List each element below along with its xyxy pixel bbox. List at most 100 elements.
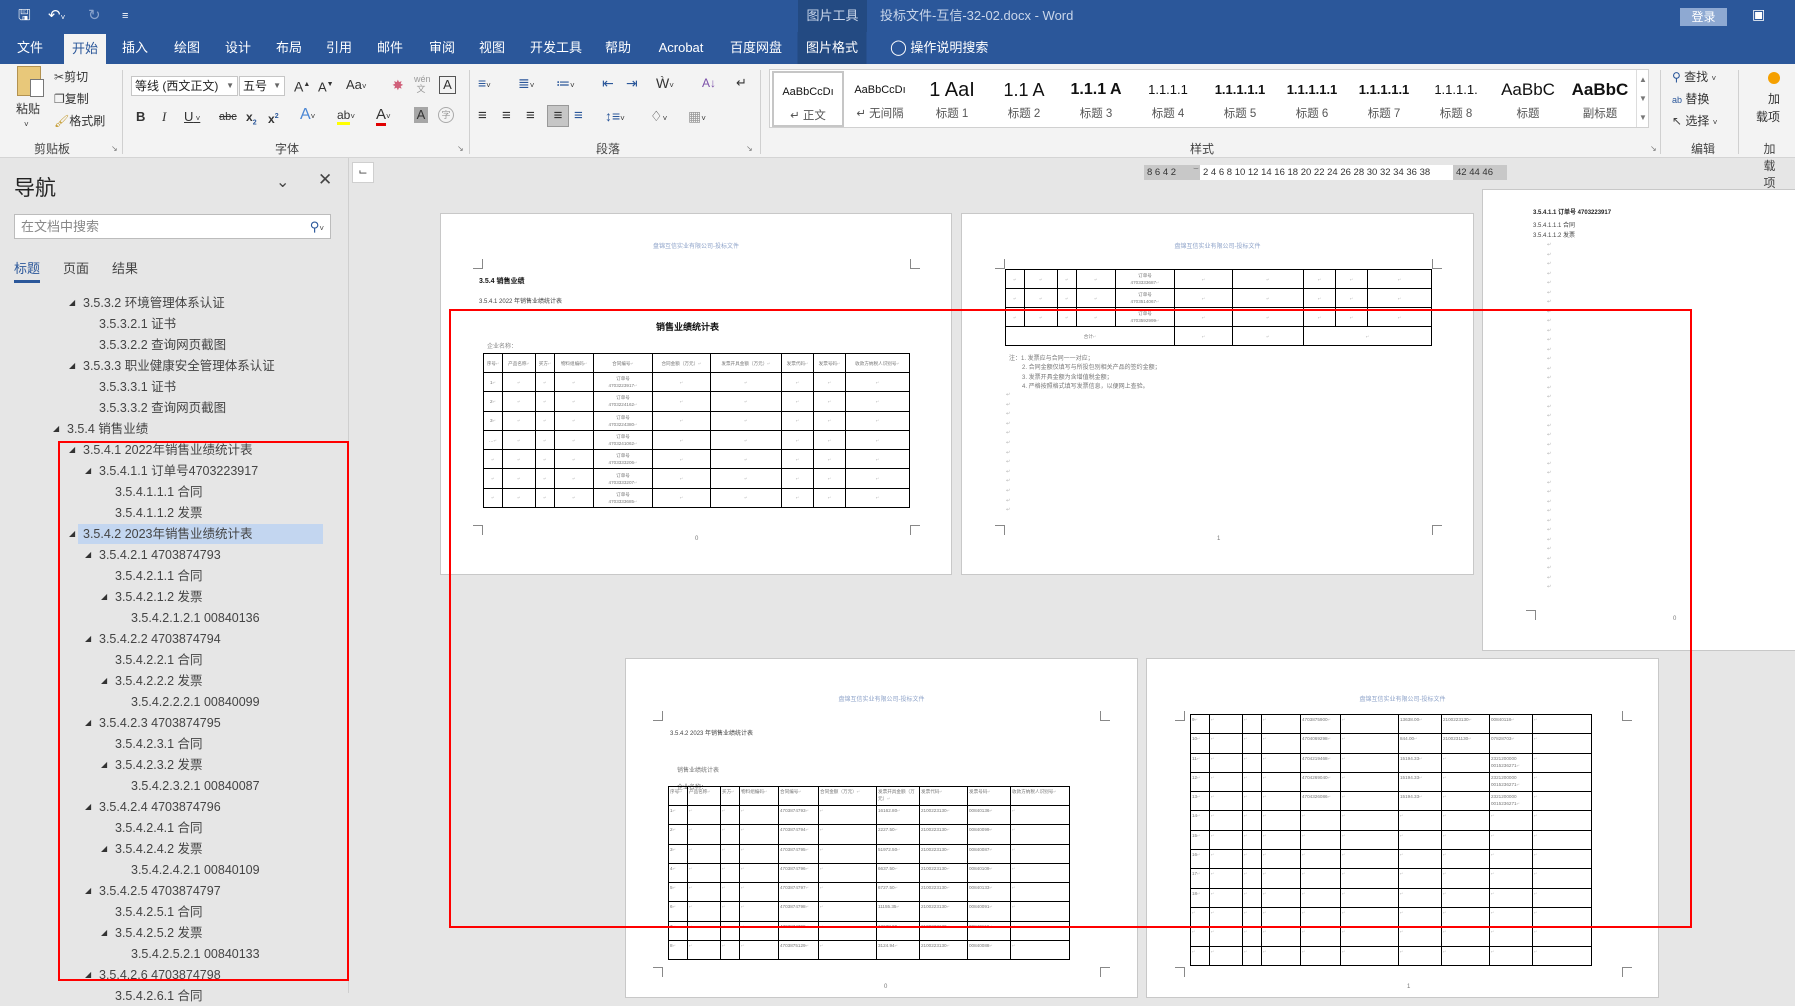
table-cell[interactable] <box>1209 733 1243 754</box>
expand-collapse-icon[interactable]: ◢ <box>85 965 91 985</box>
table-cell[interactable] <box>845 391 910 412</box>
table-cell[interactable] <box>687 804 721 826</box>
table-cell[interactable]: 3 <box>483 410 503 431</box>
table-cell[interactable] <box>1441 829 1490 851</box>
document-page[interactable]: 盘锦互信实业有限公司-投标文件 3.5.4 销售业绩 3.5.4.1 2022 … <box>440 213 952 575</box>
table-cell[interactable] <box>1209 791 1243 812</box>
column-header[interactable]: 买方 <box>720 786 740 806</box>
nav-heading-item[interactable]: 3.5.3.3 职业健康安全管理体系认证 <box>83 356 275 376</box>
multilevel-list-icon[interactable]: ≔˅ <box>556 74 575 95</box>
table-cell[interactable] <box>1209 945 1243 966</box>
table-cell[interactable]: 2100223130 <box>919 940 968 961</box>
table-cell[interactable]: 10 <box>1190 733 1210 754</box>
nav-heading-item[interactable]: 3.5.3.3.1 证书 <box>99 377 176 397</box>
align-center-icon[interactable]: ≡ <box>502 107 511 125</box>
column-header[interactable]: 产品名称 <box>687 786 721 806</box>
table-cell[interactable]: 15 <box>1190 829 1210 851</box>
table-cell[interactable] <box>554 449 594 470</box>
table-cell[interactable] <box>1242 887 1262 908</box>
table-cell[interactable] <box>710 487 782 509</box>
table-cell[interactable] <box>1532 713 1592 735</box>
table-cell[interactable]: 订单号 4703224380 <box>593 410 653 431</box>
expand-collapse-icon[interactable]: ◢ <box>85 713 91 733</box>
borders-icon[interactable]: ▦˅ <box>688 107 706 128</box>
table-cell[interactable] <box>1300 945 1341 966</box>
table-cell[interactable] <box>1398 906 1442 928</box>
style-item[interactable]: 1.1.1.1. 标题 8 <box>1420 71 1492 127</box>
dialog-launcher-icon[interactable]: ↘ <box>746 144 753 153</box>
expand-collapse-icon[interactable]: ◢ <box>85 881 91 901</box>
table-cell[interactable] <box>739 804 779 826</box>
table-cell[interactable] <box>1398 868 1442 889</box>
dialog-launcher-icon[interactable]: ↘ <box>111 144 118 153</box>
table-cell[interactable] <box>1057 269 1077 289</box>
table-cell[interactable] <box>535 429 555 451</box>
table-cell[interactable]: 合计 <box>1005 326 1175 346</box>
table-cell[interactable]: 4704326086 <box>1300 791 1341 812</box>
expand-collapse-icon[interactable]: ◢ <box>69 524 75 544</box>
increase-indent-icon[interactable]: ⇥ <box>626 74 638 92</box>
table-cell[interactable] <box>1441 906 1490 928</box>
table-cell[interactable]: 3124.94 <box>876 940 920 961</box>
table-cell[interactable]: 2100223130 <box>919 843 968 864</box>
heading-3-5-4-1-1-2[interactable]: 3.5.4.1.1.2 发票 <box>1533 230 1575 239</box>
table-cell[interactable] <box>1005 288 1025 308</box>
nav-heading-item[interactable]: 3.5.4.2.3.2 发票 <box>115 755 203 775</box>
addins-button[interactable]: 加载项 <box>1756 90 1780 126</box>
table-cell[interactable] <box>1441 849 1490 870</box>
table-cell[interactable] <box>502 391 536 412</box>
table-cell[interactable] <box>1441 945 1490 966</box>
table-cell[interactable] <box>720 824 740 845</box>
table-cell[interactable] <box>1242 868 1262 889</box>
table-cell[interactable] <box>1242 906 1262 928</box>
table-cell[interactable] <box>739 824 779 845</box>
redo-icon[interactable]: ↻ <box>88 6 101 26</box>
table-cell[interactable] <box>845 487 910 509</box>
table-cell[interactable] <box>720 882 740 903</box>
table-cell[interactable]: 4704069298 <box>1300 733 1341 754</box>
show-marks-icon[interactable]: ↵ <box>736 74 747 92</box>
table-cell[interactable]: 2321200000 0015236271 <box>1489 752 1533 773</box>
table-cell[interactable] <box>1532 791 1592 812</box>
table-cell[interactable]: 6637.50 <box>876 862 920 884</box>
table-cell[interactable] <box>652 429 711 451</box>
underline-icon[interactable]: U ˅ <box>184 108 200 128</box>
style-item[interactable]: AaBbC 标题 <box>1492 71 1564 127</box>
column-header[interactable]: 发票代码 <box>781 353 814 373</box>
column-header[interactable]: 发票号码 <box>813 353 846 373</box>
table-cell[interactable] <box>554 371 594 393</box>
table-cell[interactable] <box>1057 288 1077 308</box>
nav-heading-item[interactable]: 3.5.4.2 2023年销售业绩统计表 <box>78 524 323 544</box>
table-cell[interactable]: 11 <box>1190 752 1210 773</box>
column-header[interactable]: 买方 <box>535 353 555 373</box>
table-cell[interactable] <box>1489 945 1533 966</box>
table-cell[interactable] <box>710 449 782 470</box>
table-cell[interactable] <box>739 862 779 884</box>
tab-references[interactable]: 引用 <box>320 32 358 64</box>
shading-icon[interactable]: ♢˅ <box>650 107 667 128</box>
table-cell[interactable]: 4703875129 <box>778 940 819 961</box>
table-cell[interactable] <box>652 487 711 509</box>
nav-heading-item[interactable]: 3.5.4.2.1.2.1 00840136 <box>131 608 260 628</box>
table-cell[interactable]: 2 <box>668 824 688 845</box>
table-cell[interactable]: 5 <box>668 882 688 903</box>
nav-heading-item[interactable]: 3.5.4.1.1 订单号4703223917 <box>99 461 258 481</box>
table-cell[interactable] <box>1532 733 1592 754</box>
table-cell[interactable] <box>1300 849 1341 870</box>
nav-heading-item[interactable]: 3.5.4.1.1.2 发票 <box>115 503 203 523</box>
expand-collapse-icon[interactable]: ◢ <box>101 755 107 775</box>
font-name-combo[interactable]: 等线 (西文正文) ▼ <box>131 76 238 96</box>
nav-heading-item[interactable]: 3.5.4.1 2022年销售业绩统计表 <box>83 440 253 460</box>
table-cell[interactable] <box>1441 810 1490 831</box>
table-cell[interactable] <box>483 468 503 489</box>
table-cell[interactable] <box>1303 288 1336 308</box>
style-item[interactable]: 1.1.1.1.1 标题 5 <box>1204 71 1276 127</box>
tab-developer[interactable]: 开发工具 <box>524 32 588 64</box>
nav-heading-item[interactable]: 3.5.4 销售业绩 <box>67 419 148 439</box>
gallery-more-icon[interactable]: ▼ <box>1636 108 1649 127</box>
table-cell[interactable] <box>1489 810 1533 831</box>
table-cell[interactable] <box>818 843 877 864</box>
table-cell[interactable] <box>1005 269 1025 289</box>
gallery-scroll-up-icon[interactable]: ▲ <box>1636 70 1649 89</box>
table-cell[interactable] <box>1398 887 1442 908</box>
